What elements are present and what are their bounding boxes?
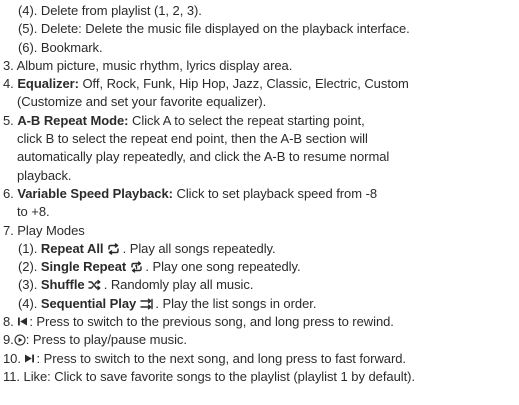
list-item: (5). Delete: Delete the music file displ…: [0, 20, 519, 38]
item-text: Off, Rock, Funk, Hip Hop, Jazz, Classic,…: [82, 76, 409, 92]
item-text: . Play one song repeatedly.: [145, 259, 301, 275]
manual-page: (4). Delete from playlist (1, 2, 3). (5)…: [0, 0, 519, 405]
item-number: 9.: [3, 332, 14, 348]
previous-track-icon: [17, 316, 29, 328]
item-number: 8.: [3, 314, 14, 330]
item-heading: Sequential Play: [40, 295, 137, 311]
list-item-single-repeat: (2). Single Repeat . Play one song repea…: [0, 258, 519, 276]
list-item-continuation: playback.: [0, 167, 519, 185]
item-number: (3).: [18, 277, 38, 293]
list-item: 3. Album picture, music rhythm, lyrics d…: [0, 57, 519, 75]
item-text: to +8.: [17, 204, 50, 220]
item-text: (Customize and set your favorite equaliz…: [17, 94, 267, 110]
item-number: (4).: [18, 295, 38, 311]
list-item-previous: 8. : Press to switch to the previous son…: [0, 313, 519, 331]
sequential-play-icon: [140, 298, 153, 310]
list-item: (6). Bookmark.: [0, 39, 519, 57]
item-number: (2).: [18, 259, 38, 275]
item-text: click B to select the repeat end point, …: [17, 131, 368, 147]
item-text: (5). Delete: Delete the music file displ…: [18, 21, 410, 37]
item-number: 6.: [3, 185, 14, 201]
list-item-shuffle: (3). Shuffle . Randomly play all music.: [0, 276, 519, 294]
list-item-sequential: (4). Sequential Play . Play the list son…: [0, 295, 519, 313]
list-item-play-modes: 7. Play Modes: [0, 222, 519, 240]
play-pause-icon: [14, 334, 26, 346]
item-text: : Press to switch to the previous song, …: [29, 314, 394, 330]
item-heading: Single Repeat: [40, 259, 127, 275]
item-heading: Repeat All: [40, 240, 104, 256]
item-number: 4.: [3, 76, 14, 92]
list-item-play-pause: 9. : Press to play/pause music.: [0, 331, 519, 349]
single-repeat-icon: [130, 261, 142, 273]
item-heading: Variable Speed Playback:: [17, 185, 173, 201]
list-item: (4). Delete from playlist (1, 2, 3).: [0, 2, 519, 20]
list-item-continuation: automatically play repeatedly, and click…: [0, 148, 519, 166]
list-item-continuation: to +8.: [0, 203, 519, 221]
shuffle-icon: [88, 279, 101, 291]
item-heading: Shuffle: [40, 277, 85, 293]
list-item-variable-speed: 6. Variable Speed Playback: Click to set…: [0, 185, 519, 203]
item-heading: A-B Repeat Mode:: [17, 112, 129, 128]
item-text: . Randomly play all music.: [103, 277, 254, 293]
repeat-all-icon: [107, 243, 119, 255]
item-text: 7. Play Modes: [3, 222, 85, 238]
item-number: (1).: [18, 240, 38, 256]
item-text: Click A to select the repeat starting po…: [132, 112, 365, 128]
item-number: 5.: [3, 112, 14, 128]
item-text: . Play the list songs in order.: [155, 295, 317, 311]
item-text: 11. Like: Click to save favorite songs t…: [3, 368, 416, 384]
item-text: . Play all songs repeatedly.: [122, 240, 276, 256]
item-text: : Press to play/pause music.: [25, 332, 187, 348]
item-text: playback.: [17, 167, 72, 183]
list-item-continuation: (Customize and set your favorite equaliz…: [0, 93, 519, 111]
list-item-ab-repeat: 5. A-B Repeat Mode: Click A to select th…: [0, 112, 519, 130]
item-text: (4). Delete from playlist (1, 2, 3).: [18, 3, 202, 18]
item-text: automatically play repeatedly, and click…: [17, 149, 390, 165]
item-text: : Press to switch to the next song, and …: [36, 350, 406, 366]
list-item-continuation: click B to select the repeat end point, …: [0, 130, 519, 148]
next-track-icon: [24, 353, 36, 365]
list-item-next: 10. : Press to switch to the next song, …: [0, 350, 519, 368]
list-item-equalizer: 4. Equalizer: Off, Rock, Funk, Hip Hop, …: [0, 75, 519, 93]
item-heading: Equalizer:: [17, 76, 79, 92]
list-item-like: 11. Like: Click to save favorite songs t…: [0, 368, 519, 386]
item-text: Click to set playback speed from -8: [176, 185, 378, 201]
item-text: (6). Bookmark.: [18, 39, 103, 55]
item-text: 3. Album picture, music rhythm, lyrics d…: [3, 57, 293, 73]
list-item-repeat-all: (1). Repeat All . Play all songs repeate…: [0, 240, 519, 258]
item-number: 10.: [3, 350, 21, 366]
